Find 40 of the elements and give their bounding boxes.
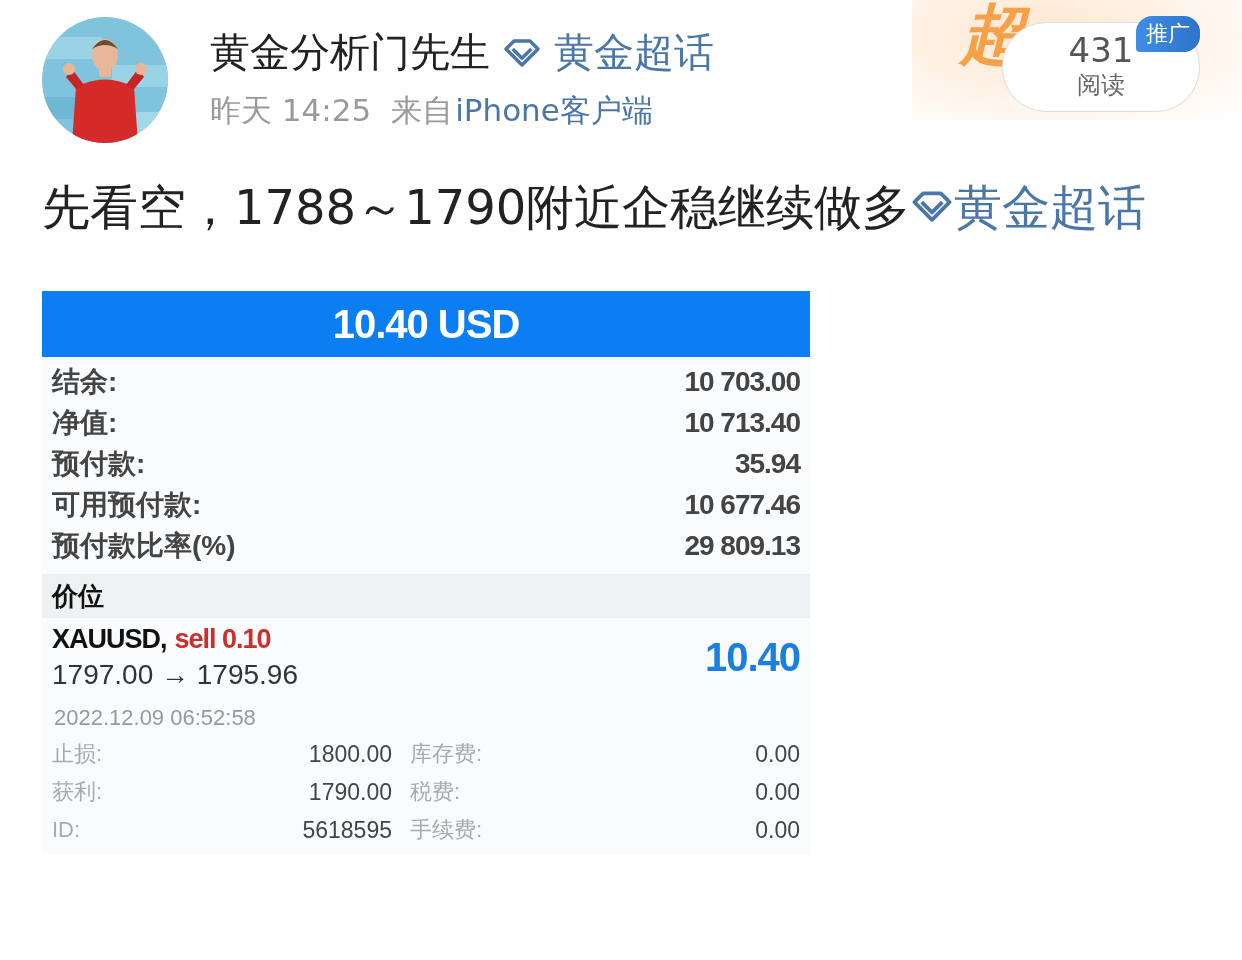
detail-value: 1790.00 [307, 778, 392, 806]
order-side: sell 0.10 [174, 624, 271, 655]
detail-label: 库存费: [409, 740, 484, 768]
read-label: 阅读 [1077, 69, 1125, 101]
summary-value: 35.94 [734, 447, 800, 480]
summary-value: 10 677.46 [684, 488, 800, 521]
topic-link[interactable]: 黄金超话 [554, 25, 714, 80]
detail-value: 5618595 [301, 816, 392, 844]
position-profit: 10.40 [704, 635, 800, 680]
detail-label: 止损: [52, 740, 104, 768]
author-name[interactable]: 黄金分析门先生 [210, 25, 490, 80]
detail-label: 税费: [409, 778, 462, 806]
summary-value: 10 703.00 [684, 365, 800, 398]
source-link[interactable]: iPhone客户端 [455, 90, 653, 132]
profit-header: 10.40 USD [42, 291, 810, 357]
post-text: 先看空，1788～1790附近企稳继续做多 黄金超话 [42, 178, 1148, 237]
source-prefix: 来自 [391, 91, 454, 130]
symbol: XAUUSD, [52, 624, 167, 655]
post-time: 昨天 14:25 [210, 91, 372, 130]
detail-value: 1800.00 [307, 740, 392, 768]
topic-link[interactable]: 黄金超话 [910, 179, 1147, 235]
read-count: 431 [1068, 33, 1134, 69]
price-change: 1797.00 → 1795.96 [52, 659, 298, 691]
summary-label: 结余: [52, 364, 118, 399]
summary-value: 10 713.40 [684, 406, 800, 439]
summary-label: 预付款比率(%) [52, 528, 236, 563]
promo-badge: 推广 [1136, 16, 1200, 52]
detail-label: 获利: [52, 778, 104, 806]
summary-label: 预付款: [52, 446, 146, 481]
detail-value: 0.00 [754, 778, 800, 806]
section-title: 价位 [52, 579, 104, 613]
detail-value: 0.00 [754, 740, 800, 768]
detail-value: 0.00 [754, 816, 800, 844]
summary-value: 29 809.13 [684, 529, 800, 562]
summary-label: 可用预付款: [52, 487, 202, 522]
summary-label: 净值: [52, 405, 118, 440]
order-time: 2022.12.09 06:52:58 [53, 704, 257, 732]
detail-label: 手续费: [409, 816, 484, 844]
detail-label: ID: [52, 817, 82, 843]
diamond-icon [502, 36, 542, 69]
